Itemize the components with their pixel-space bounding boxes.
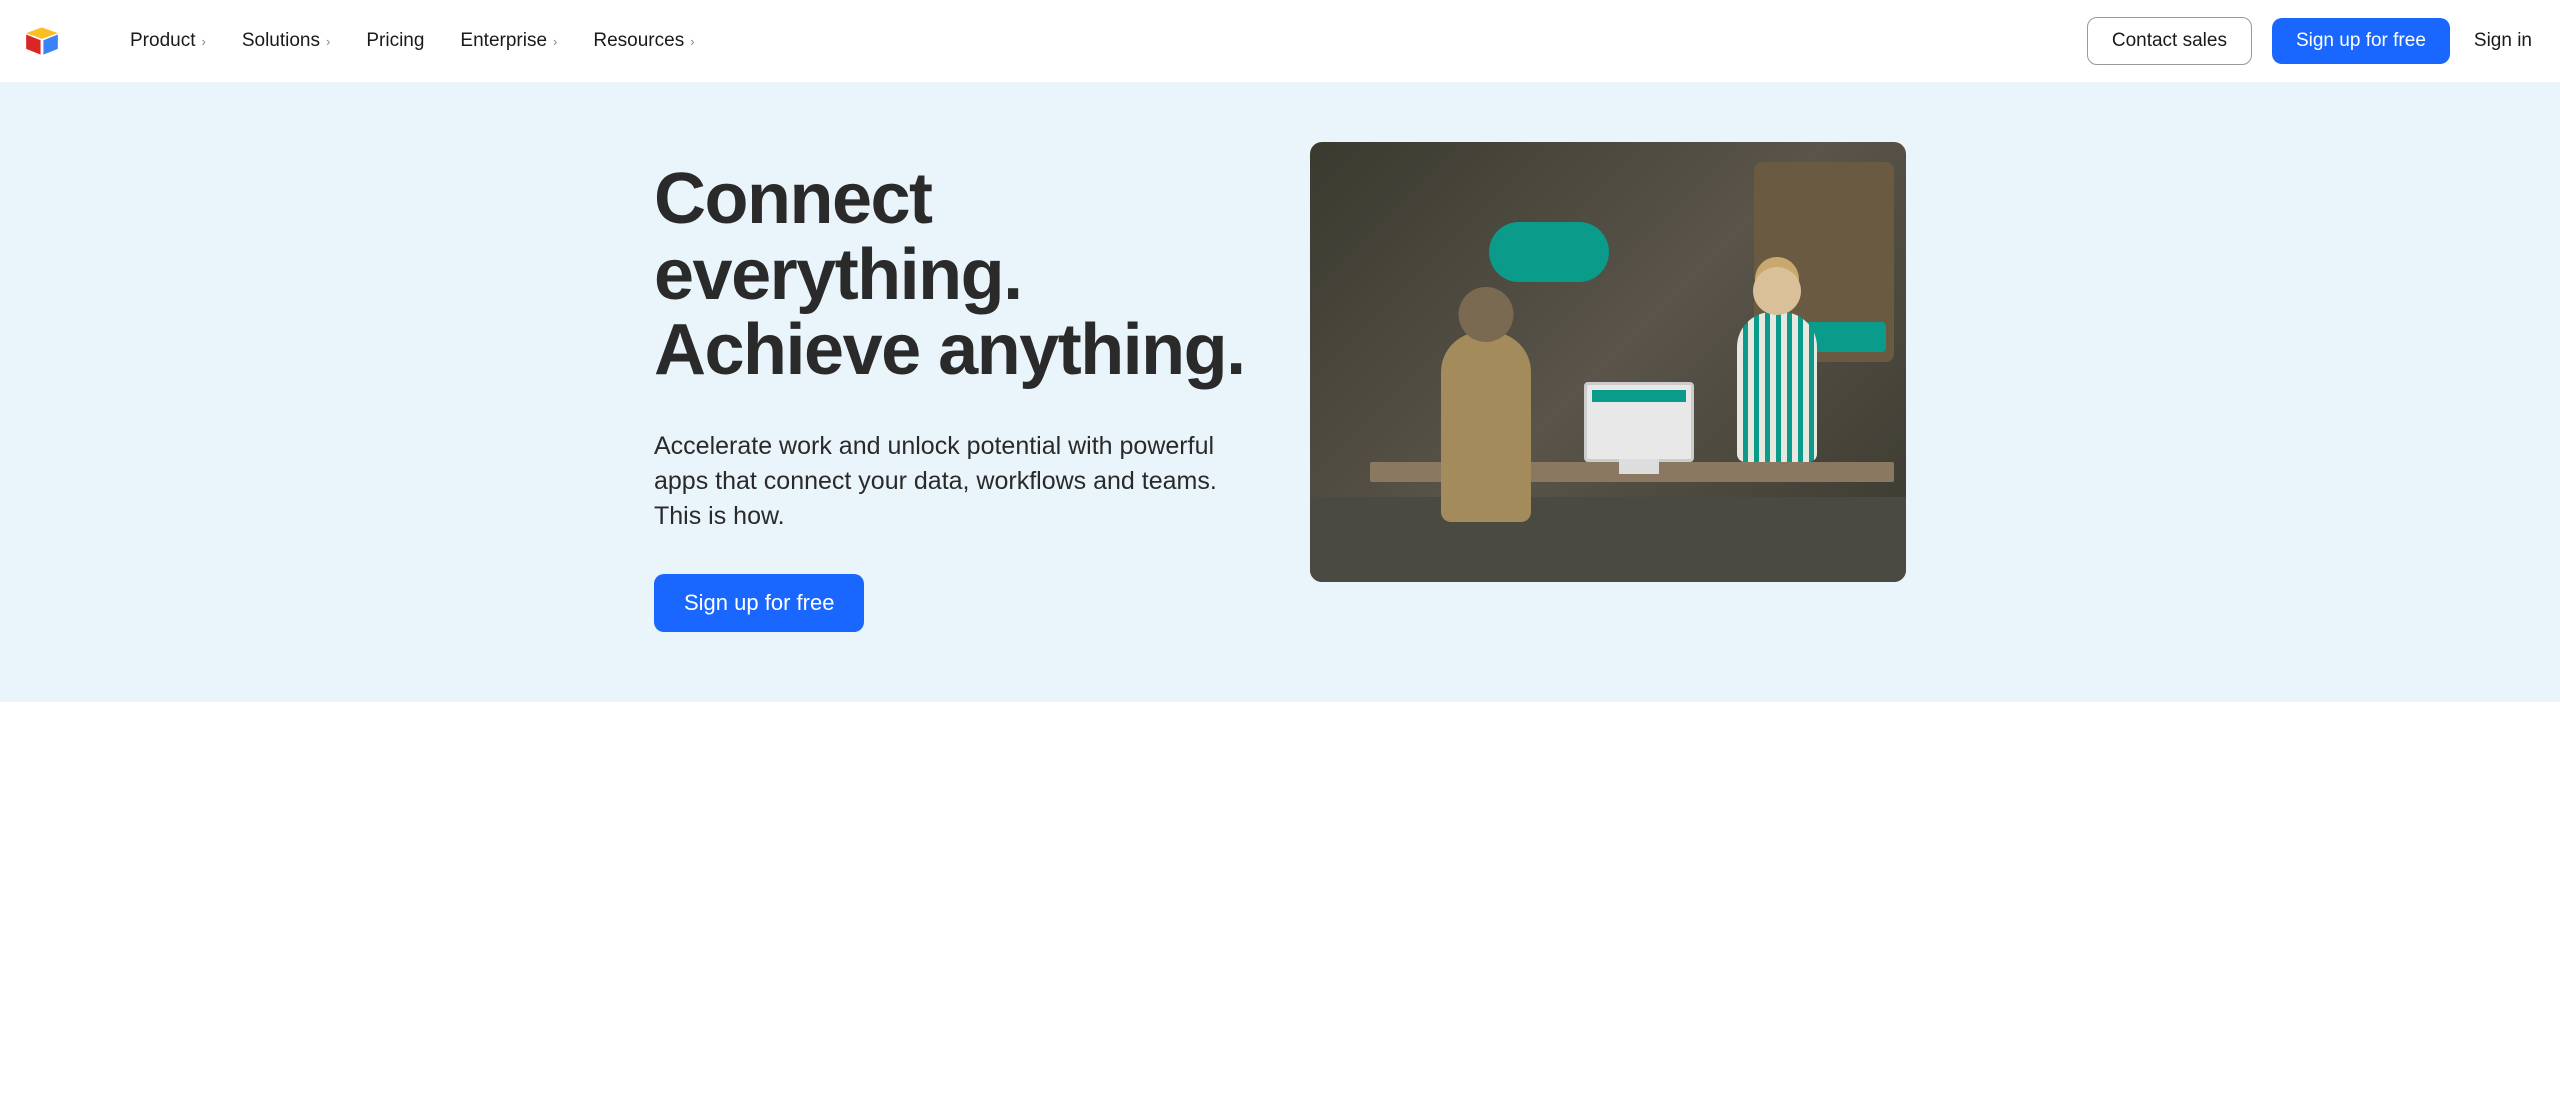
- hero-text: Connect everything. Achieve anything. Ac…: [654, 142, 1250, 632]
- hero-image: [1310, 142, 1906, 582]
- chevron-right-icon: ›: [690, 34, 694, 49]
- nav-label: Enterprise: [460, 30, 547, 52]
- nav-label: Solutions: [242, 30, 320, 52]
- nav-label: Resources: [593, 30, 684, 52]
- nav-item-resources[interactable]: Resources ›: [593, 30, 694, 52]
- airtable-logo-icon: [24, 23, 60, 59]
- signup-hero-button[interactable]: Sign up for free: [654, 574, 864, 632]
- contact-sales-button[interactable]: Contact sales: [2087, 17, 2252, 65]
- nav-label: Pricing: [366, 30, 424, 52]
- signin-link[interactable]: Sign in: [2470, 18, 2536, 64]
- header-actions: Contact sales Sign up for free Sign in: [2087, 17, 2536, 65]
- nav-item-product[interactable]: Product ›: [130, 30, 206, 52]
- logo[interactable]: [24, 23, 60, 59]
- hero-container: Connect everything. Achieve anything. Ac…: [630, 142, 1930, 642]
- hero-section: Connect everything. Achieve anything. Ac…: [0, 82, 2560, 702]
- chevron-right-icon: ›: [326, 34, 330, 49]
- hero-subtitle: Accelerate work and unlock potential wit…: [654, 429, 1250, 534]
- header: Product › Solutions › Pricing Enterprise…: [0, 0, 2560, 82]
- nav-item-solutions[interactable]: Solutions ›: [242, 30, 331, 52]
- main-nav: Product › Solutions › Pricing Enterprise…: [130, 30, 2057, 52]
- nav-item-enterprise[interactable]: Enterprise ›: [460, 30, 557, 52]
- signup-header-button[interactable]: Sign up for free: [2272, 18, 2450, 64]
- chevron-right-icon: ›: [201, 34, 205, 49]
- chevron-right-icon: ›: [553, 34, 557, 49]
- workspace-photo: [1310, 142, 1906, 582]
- nav-label: Product: [130, 30, 195, 52]
- hero-title: Connect everything. Achieve anything.: [654, 162, 1250, 389]
- nav-item-pricing[interactable]: Pricing: [366, 30, 424, 52]
